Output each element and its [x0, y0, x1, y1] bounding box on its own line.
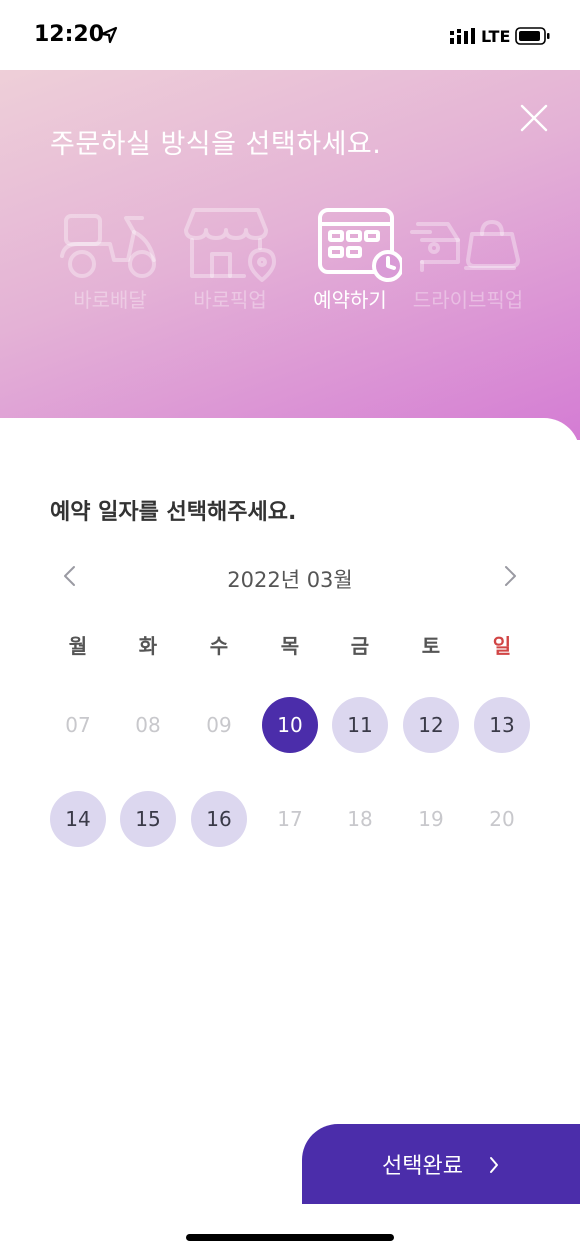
header-title: 주문하실 방식을 선택하세요. [50, 129, 382, 160]
calendar-day: 18 [347, 807, 373, 831]
calendar-day: 08 [135, 713, 161, 737]
calendar-day: 17 [277, 807, 303, 831]
weekday-wed: 수 [209, 634, 229, 658]
scooter-icon [60, 214, 156, 278]
method-pickup[interactable]: 바로픽업 [170, 204, 290, 314]
calendar-day-selected[interactable]: 10 [262, 697, 318, 753]
calendar-day[interactable]: 12 [403, 697, 459, 753]
weekday-mon: 월 [68, 634, 88, 658]
weekday-sat: 토 [421, 634, 441, 658]
calendar-day[interactable]: 11 [332, 697, 388, 753]
next-month-button[interactable] [500, 564, 520, 592]
calendar-day[interactable]: 15 [120, 791, 176, 847]
method-label: 바로배달 [73, 288, 147, 312]
calendar-day[interactable]: 13 [474, 697, 530, 753]
calendar-day: 20 [489, 807, 515, 831]
home-indicator [186, 1234, 394, 1241]
close-button[interactable] [514, 98, 554, 138]
method-label: 예약하기 [313, 288, 387, 312]
calendar-day: 19 [418, 807, 444, 831]
battery-icon [515, 27, 551, 49]
method-drive-pickup[interactable]: 드라이브픽업 [408, 204, 528, 314]
close-icon [520, 104, 548, 132]
weekday-header: 월 화 수 목 금 토 일 [0, 630, 580, 660]
weekday-thu: 목 [280, 634, 300, 658]
calendar-day: 07 [65, 713, 91, 737]
network-label: LTE [481, 27, 511, 46]
calendar-day[interactable]: 14 [50, 791, 106, 847]
weekday-tue: 화 [138, 634, 158, 658]
method-label: 바로픽업 [193, 288, 267, 312]
select-complete-button[interactable]: 선택완료 [302, 1124, 580, 1204]
chevron-right-icon [505, 566, 516, 586]
method-delivery[interactable]: 바로배달 [50, 204, 170, 314]
car-bag-icon [410, 220, 520, 272]
section-title: 예약 일자를 선택해주세요. [50, 500, 297, 525]
location-arrow-icon [100, 26, 118, 48]
calendar-week: 07 08 09 10 11 12 13 [0, 697, 580, 753]
status-bar: 12:20 LTE [0, 0, 580, 70]
weekday-fri: 금 [350, 634, 370, 658]
method-reservation[interactable]: 예약하기 [290, 204, 410, 314]
order-method-header: 주문하실 방식을 선택하세요. 바로배달 바로픽업 예약하기 드라이브픽업 [0, 70, 580, 440]
month-label: 2022년 03월 [227, 568, 353, 592]
signal-icon [450, 28, 478, 48]
calendar-day: 09 [206, 713, 232, 737]
method-label: 드라이브픽업 [412, 288, 524, 312]
status-time: 12:20 [34, 22, 105, 47]
reservation-date-panel: 예약 일자를 선택해주세요. 2022년 03월 월 화 수 목 금 토 일 0… [0, 418, 580, 1124]
store-icon [184, 208, 276, 282]
calendar-week: 14 15 16 17 18 19 20 [0, 791, 580, 847]
month-navigation: 2022년 03월 [0, 562, 580, 592]
weekday-sun: 일 [492, 634, 512, 658]
chevron-right-icon [488, 1156, 500, 1178]
cta-label: 선택완료 [382, 1154, 463, 1179]
calendar-clock-icon [318, 208, 402, 282]
calendar-day[interactable]: 16 [191, 791, 247, 847]
